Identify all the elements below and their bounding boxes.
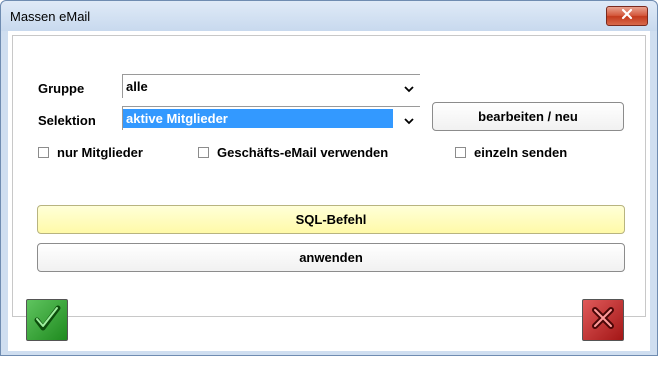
- gruppe-label: Gruppe: [38, 81, 85, 96]
- dialog-body: Gruppe alle Selektion aktive Mitglieder …: [8, 31, 650, 351]
- geschaefts-email-checkbox[interactable]: Geschäfts-eMail verwenden: [198, 145, 388, 160]
- checkbox-label: nur Mitglieder: [57, 145, 143, 160]
- options-panel: Gruppe alle Selektion aktive Mitglieder …: [12, 35, 646, 317]
- gruppe-value: alle: [126, 79, 148, 94]
- ok-button[interactable]: [26, 299, 68, 341]
- checkbox-box[interactable]: [455, 147, 466, 158]
- chevron-down-icon[interactable]: [404, 81, 414, 93]
- chevron-down-icon[interactable]: [404, 113, 414, 125]
- massen-email-window: Massen eMail Gruppe alle Selektion aktiv…: [0, 0, 658, 356]
- edit-new-button[interactable]: bearbeiten / neu: [432, 102, 624, 131]
- sql-command-button[interactable]: SQL-Befehl: [37, 205, 625, 234]
- gruppe-dropdown[interactable]: alle: [122, 74, 420, 98]
- selektion-value: aktive Mitglieder: [123, 109, 393, 128]
- nur-mitglieder-checkbox[interactable]: nur Mitglieder: [38, 145, 143, 160]
- window-title: Massen eMail: [10, 9, 91, 24]
- title-bar: Massen eMail: [1, 1, 657, 31]
- checkbox-box[interactable]: [38, 147, 49, 158]
- checkbox-label: einzeln senden: [474, 145, 568, 160]
- selektion-dropdown[interactable]: aktive Mitglieder: [122, 106, 420, 130]
- checkbox-label: Geschäfts-eMail verwenden: [217, 145, 389, 160]
- cancel-button[interactable]: [582, 299, 624, 341]
- background-strip: [0, 356, 658, 368]
- selektion-label: Selektion: [38, 113, 96, 128]
- close-icon: [621, 7, 633, 25]
- x-icon: [589, 304, 617, 337]
- checkbox-box[interactable]: [198, 147, 209, 158]
- close-button[interactable]: [606, 6, 648, 26]
- checkmark-icon: [32, 303, 62, 338]
- einzeln-senden-checkbox[interactable]: einzeln senden: [455, 145, 567, 160]
- apply-button[interactable]: anwenden: [37, 243, 625, 272]
